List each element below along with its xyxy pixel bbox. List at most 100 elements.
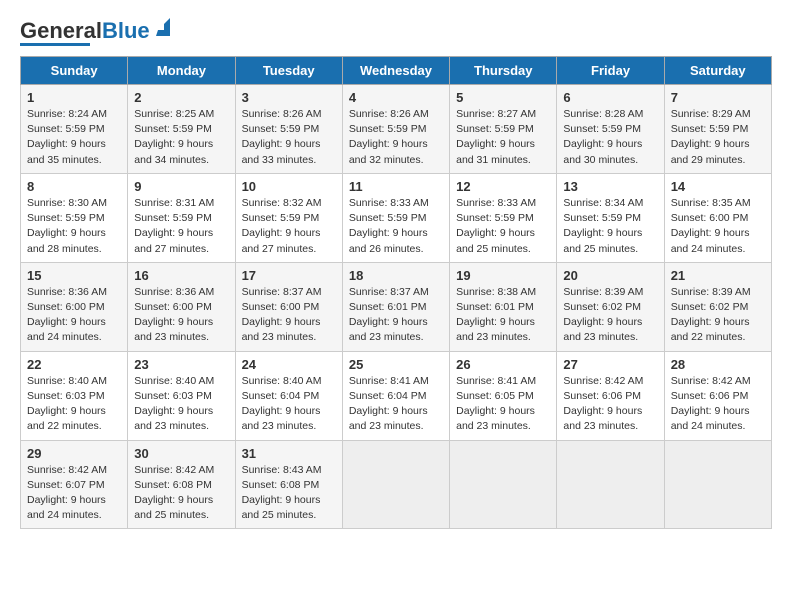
calendar-cell: 6 Sunrise: 8:28 AMSunset: 5:59 PMDayligh… <box>557 85 664 174</box>
day-number: 22 <box>27 357 121 372</box>
day-info: Sunrise: 8:42 AMSunset: 6:07 PMDaylight:… <box>27 463 121 524</box>
day-info: Sunrise: 8:29 AMSunset: 5:59 PMDaylight:… <box>671 107 765 168</box>
day-info: Sunrise: 8:26 AMSunset: 5:59 PMDaylight:… <box>242 107 336 168</box>
day-number: 21 <box>671 268 765 283</box>
day-number: 31 <box>242 446 336 461</box>
calendar-header-row: SundayMondayTuesdayWednesdayThursdayFrid… <box>21 57 772 85</box>
day-number: 1 <box>27 90 121 105</box>
calendar-cell: 3 Sunrise: 8:26 AMSunset: 5:59 PMDayligh… <box>235 85 342 174</box>
day-number: 13 <box>563 179 657 194</box>
calendar-row: 22 Sunrise: 8:40 AMSunset: 6:03 PMDaylig… <box>21 351 772 440</box>
day-number: 7 <box>671 90 765 105</box>
day-header-monday: Monday <box>128 57 235 85</box>
calendar-row: 1 Sunrise: 8:24 AMSunset: 5:59 PMDayligh… <box>21 85 772 174</box>
day-header-friday: Friday <box>557 57 664 85</box>
day-number: 25 <box>349 357 443 372</box>
day-info: Sunrise: 8:40 AMSunset: 6:03 PMDaylight:… <box>27 374 121 435</box>
day-number: 19 <box>456 268 550 283</box>
calendar-row: 29 Sunrise: 8:42 AMSunset: 6:07 PMDaylig… <box>21 440 772 529</box>
calendar-cell: 5 Sunrise: 8:27 AMSunset: 5:59 PMDayligh… <box>450 85 557 174</box>
day-number: 6 <box>563 90 657 105</box>
day-header-sunday: Sunday <box>21 57 128 85</box>
day-info: Sunrise: 8:42 AMSunset: 6:06 PMDaylight:… <box>563 374 657 435</box>
logo: GeneralBlue <box>20 20 174 46</box>
calendar-cell: 1 Sunrise: 8:24 AMSunset: 5:59 PMDayligh… <box>21 85 128 174</box>
calendar-cell: 26 Sunrise: 8:41 AMSunset: 6:05 PMDaylig… <box>450 351 557 440</box>
day-info: Sunrise: 8:32 AMSunset: 5:59 PMDaylight:… <box>242 196 336 257</box>
calendar-cell: 15 Sunrise: 8:36 AMSunset: 6:00 PMDaylig… <box>21 262 128 351</box>
day-header-thursday: Thursday <box>450 57 557 85</box>
day-info: Sunrise: 8:34 AMSunset: 5:59 PMDaylight:… <box>563 196 657 257</box>
day-number: 2 <box>134 90 228 105</box>
calendar-cell: 23 Sunrise: 8:40 AMSunset: 6:03 PMDaylig… <box>128 351 235 440</box>
day-number: 10 <box>242 179 336 194</box>
calendar-cell: 25 Sunrise: 8:41 AMSunset: 6:04 PMDaylig… <box>342 351 449 440</box>
day-info: Sunrise: 8:41 AMSunset: 6:04 PMDaylight:… <box>349 374 443 435</box>
day-number: 4 <box>349 90 443 105</box>
day-header-tuesday: Tuesday <box>235 57 342 85</box>
day-number: 20 <box>563 268 657 283</box>
day-info: Sunrise: 8:28 AMSunset: 5:59 PMDaylight:… <box>563 107 657 168</box>
day-number: 3 <box>242 90 336 105</box>
calendar-cell <box>342 440 449 529</box>
day-info: Sunrise: 8:41 AMSunset: 6:05 PMDaylight:… <box>456 374 550 435</box>
page-header: GeneralBlue <box>20 20 772 46</box>
calendar-cell: 27 Sunrise: 8:42 AMSunset: 6:06 PMDaylig… <box>557 351 664 440</box>
day-number: 17 <box>242 268 336 283</box>
calendar-cell: 12 Sunrise: 8:33 AMSunset: 5:59 PMDaylig… <box>450 173 557 262</box>
day-number: 26 <box>456 357 550 372</box>
day-number: 27 <box>563 357 657 372</box>
calendar-row: 15 Sunrise: 8:36 AMSunset: 6:00 PMDaylig… <box>21 262 772 351</box>
day-number: 29 <box>27 446 121 461</box>
day-info: Sunrise: 8:36 AMSunset: 6:00 PMDaylight:… <box>27 285 121 346</box>
calendar-cell: 14 Sunrise: 8:35 AMSunset: 6:00 PMDaylig… <box>664 173 771 262</box>
day-number: 15 <box>27 268 121 283</box>
day-number: 8 <box>27 179 121 194</box>
logo-text: GeneralBlue <box>20 20 150 42</box>
day-info: Sunrise: 8:37 AMSunset: 6:00 PMDaylight:… <box>242 285 336 346</box>
day-number: 14 <box>671 179 765 194</box>
day-number: 24 <box>242 357 336 372</box>
calendar-cell: 2 Sunrise: 8:25 AMSunset: 5:59 PMDayligh… <box>128 85 235 174</box>
calendar-cell: 16 Sunrise: 8:36 AMSunset: 6:00 PMDaylig… <box>128 262 235 351</box>
calendar-cell: 20 Sunrise: 8:39 AMSunset: 6:02 PMDaylig… <box>557 262 664 351</box>
day-info: Sunrise: 8:25 AMSunset: 5:59 PMDaylight:… <box>134 107 228 168</box>
day-info: Sunrise: 8:39 AMSunset: 6:02 PMDaylight:… <box>671 285 765 346</box>
day-info: Sunrise: 8:42 AMSunset: 6:08 PMDaylight:… <box>134 463 228 524</box>
calendar-cell: 4 Sunrise: 8:26 AMSunset: 5:59 PMDayligh… <box>342 85 449 174</box>
calendar-cell: 11 Sunrise: 8:33 AMSunset: 5:59 PMDaylig… <box>342 173 449 262</box>
calendar-cell: 10 Sunrise: 8:32 AMSunset: 5:59 PMDaylig… <box>235 173 342 262</box>
calendar-cell <box>557 440 664 529</box>
calendar-cell: 31 Sunrise: 8:43 AMSunset: 6:08 PMDaylig… <box>235 440 342 529</box>
day-number: 16 <box>134 268 228 283</box>
day-header-saturday: Saturday <box>664 57 771 85</box>
calendar-cell: 8 Sunrise: 8:30 AMSunset: 5:59 PMDayligh… <box>21 173 128 262</box>
calendar-cell: 19 Sunrise: 8:38 AMSunset: 6:01 PMDaylig… <box>450 262 557 351</box>
day-info: Sunrise: 8:43 AMSunset: 6:08 PMDaylight:… <box>242 463 336 524</box>
day-info: Sunrise: 8:33 AMSunset: 5:59 PMDaylight:… <box>456 196 550 257</box>
calendar-cell <box>664 440 771 529</box>
logo-icon <box>152 18 174 40</box>
calendar-cell: 21 Sunrise: 8:39 AMSunset: 6:02 PMDaylig… <box>664 262 771 351</box>
calendar-cell: 13 Sunrise: 8:34 AMSunset: 5:59 PMDaylig… <box>557 173 664 262</box>
day-info: Sunrise: 8:40 AMSunset: 6:04 PMDaylight:… <box>242 374 336 435</box>
day-info: Sunrise: 8:30 AMSunset: 5:59 PMDaylight:… <box>27 196 121 257</box>
day-info: Sunrise: 8:26 AMSunset: 5:59 PMDaylight:… <box>349 107 443 168</box>
day-number: 12 <box>456 179 550 194</box>
day-number: 30 <box>134 446 228 461</box>
calendar-cell: 28 Sunrise: 8:42 AMSunset: 6:06 PMDaylig… <box>664 351 771 440</box>
day-info: Sunrise: 8:24 AMSunset: 5:59 PMDaylight:… <box>27 107 121 168</box>
calendar-cell <box>450 440 557 529</box>
logo-underline <box>20 43 90 46</box>
day-number: 18 <box>349 268 443 283</box>
day-info: Sunrise: 8:31 AMSunset: 5:59 PMDaylight:… <box>134 196 228 257</box>
day-info: Sunrise: 8:35 AMSunset: 6:00 PMDaylight:… <box>671 196 765 257</box>
calendar-cell: 9 Sunrise: 8:31 AMSunset: 5:59 PMDayligh… <box>128 173 235 262</box>
day-info: Sunrise: 8:40 AMSunset: 6:03 PMDaylight:… <box>134 374 228 435</box>
calendar-cell: 7 Sunrise: 8:29 AMSunset: 5:59 PMDayligh… <box>664 85 771 174</box>
calendar-cell: 17 Sunrise: 8:37 AMSunset: 6:00 PMDaylig… <box>235 262 342 351</box>
day-info: Sunrise: 8:37 AMSunset: 6:01 PMDaylight:… <box>349 285 443 346</box>
calendar-cell: 24 Sunrise: 8:40 AMSunset: 6:04 PMDaylig… <box>235 351 342 440</box>
day-info: Sunrise: 8:36 AMSunset: 6:00 PMDaylight:… <box>134 285 228 346</box>
day-info: Sunrise: 8:27 AMSunset: 5:59 PMDaylight:… <box>456 107 550 168</box>
